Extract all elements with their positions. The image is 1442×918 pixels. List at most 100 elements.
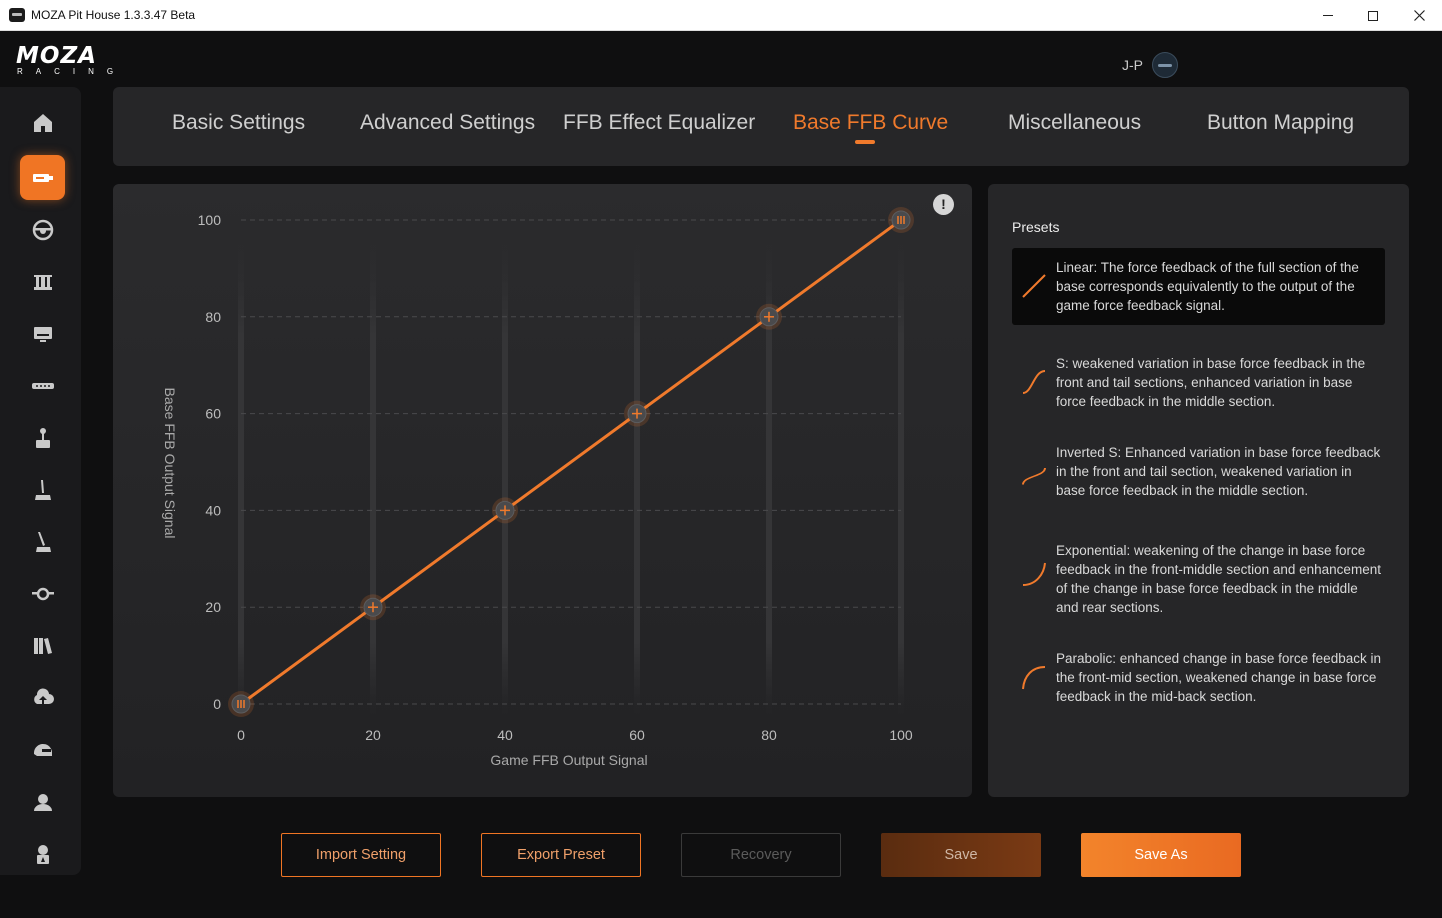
- linear-curve-icon: [1022, 274, 1046, 298]
- tab-ffb-effect-equalizer[interactable]: FFB Effect Equalizer: [563, 111, 755, 135]
- slider-track: [370, 240, 376, 714]
- helmet-icon: [33, 743, 52, 756]
- sidebar-item-home[interactable]: [20, 100, 65, 145]
- presets-panel: Presets Linear: The force feedback of th…: [988, 184, 1409, 797]
- sidebar-item-hub[interactable]: [20, 571, 65, 616]
- home-icon: [33, 113, 52, 132]
- tab-basic-settings[interactable]: Basic Settings: [172, 111, 305, 135]
- parabolic-curve-icon: [1022, 666, 1046, 690]
- app-body: MOZA RACING J-P Basic Settings Advanced …: [0, 31, 1442, 918]
- hub-icon: [31, 587, 54, 600]
- cloud-upload-icon: [33, 687, 54, 704]
- sequential-shifter-icon: [35, 531, 51, 552]
- window-titlebar: MOZA Pit House 1.3.3.47 Beta: [0, 0, 1442, 31]
- logo-subtitle: RACING: [17, 67, 127, 76]
- sidebar-item-shifter[interactable]: [20, 415, 65, 460]
- maximize-icon: [1368, 10, 1378, 21]
- handbrake-icon: [34, 479, 51, 500]
- library-icon: [33, 637, 52, 654]
- maximize-button[interactable]: [1350, 0, 1396, 31]
- inverted-s-curve-icon: [1022, 467, 1046, 485]
- steering-wheel-icon: [32, 219, 53, 240]
- y-tick-label: 100: [198, 212, 222, 228]
- x-tick-label: 80: [761, 727, 777, 743]
- support-icon: [36, 844, 49, 864]
- app-icon: [9, 8, 25, 22]
- sidebar-item-pedals[interactable]: [20, 259, 65, 304]
- sidebar-item-profile[interactable]: [20, 779, 65, 824]
- slider-track: [898, 240, 904, 714]
- slider-track: [238, 240, 244, 714]
- sidebar: [0, 87, 81, 875]
- curve-line: [240, 218, 902, 706]
- y-tick-label: 40: [205, 502, 221, 518]
- x-axis-label: Game FFB Output Signal: [490, 752, 647, 768]
- settings-tab-bar: Basic Settings Advanced Settings FFB Eff…: [113, 87, 1409, 166]
- user-account[interactable]: J-P: [1122, 52, 1178, 78]
- minimize-icon: [1323, 15, 1333, 16]
- sidebar-item-sequential-shifter[interactable]: [20, 519, 65, 564]
- profile-icon: [33, 793, 52, 811]
- ffb-curve-chart[interactable]: 0 20 40 60 80 100 0 20 40 60 80 100 Game FFB Output …: [113, 184, 972, 797]
- sidebar-item-dashboard[interactable]: [20, 311, 65, 356]
- preset-linear[interactable]: Linear: The force feedback of the full s…: [1012, 248, 1385, 325]
- preset-exponential[interactable]: Exponential: weakening of the change in …: [1012, 538, 1385, 618]
- minimize-button[interactable]: [1305, 0, 1351, 31]
- sidebar-item-handbrake[interactable]: [20, 467, 65, 512]
- s-curve-icon: [1022, 370, 1046, 394]
- avatar[interactable]: [1152, 52, 1178, 78]
- preset-description: Linear: The force feedback of the full s…: [1056, 260, 1359, 313]
- preset-parabolic[interactable]: Parabolic: enhanced change in base force…: [1012, 646, 1385, 712]
- sidebar-item-rpm-bar[interactable]: [20, 363, 65, 408]
- x-tick-label: 100: [889, 727, 913, 743]
- moza-racing-logo: MOZA RACING: [16, 43, 136, 77]
- sidebar-item-steering-wheel[interactable]: [20, 207, 65, 252]
- tab-miscellaneous[interactable]: Miscellaneous: [1008, 111, 1141, 135]
- y-tick-label: 60: [205, 406, 221, 422]
- tab-base-ffb-curve[interactable]: Base FFB Curve: [793, 111, 948, 135]
- import-setting-button[interactable]: Import Setting: [281, 833, 441, 877]
- y-axis-label: Base FFB Output Signal: [162, 388, 178, 539]
- x-tick-label: 60: [629, 727, 645, 743]
- y-tick-label: 0: [213, 696, 221, 712]
- sidebar-item-library[interactable]: [20, 623, 65, 668]
- tab-button-mapping[interactable]: Button Mapping: [1207, 111, 1354, 135]
- active-tab-indicator: [855, 140, 875, 144]
- recovery-button[interactable]: Recovery: [681, 833, 841, 877]
- dashboard-display-icon: [33, 326, 52, 342]
- slider-track: [634, 240, 640, 714]
- sidebar-item-support[interactable]: [20, 831, 65, 876]
- save-button[interactable]: Save: [881, 833, 1041, 877]
- preset-inverted-s[interactable]: Inverted S: Enhanced variation in base f…: [1012, 440, 1385, 520]
- presets-title: Presets: [1012, 219, 1060, 235]
- x-tick-label: 40: [497, 727, 513, 743]
- preset-s-curve[interactable]: S: weakened variation in base force feed…: [1012, 350, 1385, 416]
- save-as-button[interactable]: Save As: [1081, 833, 1241, 877]
- exponential-curve-icon: [1022, 562, 1046, 586]
- preset-description: Exponential: weakening of the change in …: [1056, 543, 1381, 615]
- shifter-icon: [35, 427, 50, 448]
- export-preset-button[interactable]: Export Preset: [481, 833, 641, 877]
- window-title: MOZA Pit House 1.3.3.47 Beta: [31, 8, 196, 22]
- x-tick-label: 20: [365, 727, 381, 743]
- preset-description: Parabolic: enhanced change in base force…: [1056, 651, 1381, 704]
- x-tick-label: 0: [237, 727, 245, 743]
- wheelbase-icon: [32, 173, 53, 182]
- sidebar-item-wheelbase[interactable]: [20, 155, 65, 200]
- pedals-icon: [33, 274, 52, 290]
- sidebar-item-helmet[interactable]: [20, 727, 65, 772]
- y-tick-label: 80: [205, 309, 221, 325]
- sidebar-item-cloud[interactable]: [20, 675, 65, 720]
- logo-wordmark: MOZA: [16, 43, 97, 69]
- close-button[interactable]: [1396, 0, 1442, 31]
- close-icon: [1413, 10, 1425, 21]
- tab-advanced-settings[interactable]: Advanced Settings: [360, 111, 535, 135]
- slider-track: [502, 240, 508, 714]
- rpm-bar-icon: [31, 382, 54, 389]
- info-icon[interactable]: !: [933, 194, 954, 215]
- preset-description: Inverted S: Enhanced variation in base f…: [1056, 445, 1381, 498]
- y-tick-label: 20: [205, 599, 221, 615]
- ffb-curve-chart-panel: 0 20 40 60 80 100 0 20 40 60 80 100 Game FFB Output …: [113, 184, 972, 797]
- user-name: J-P: [1122, 57, 1143, 73]
- preset-description: S: weakened variation in base force feed…: [1056, 356, 1366, 409]
